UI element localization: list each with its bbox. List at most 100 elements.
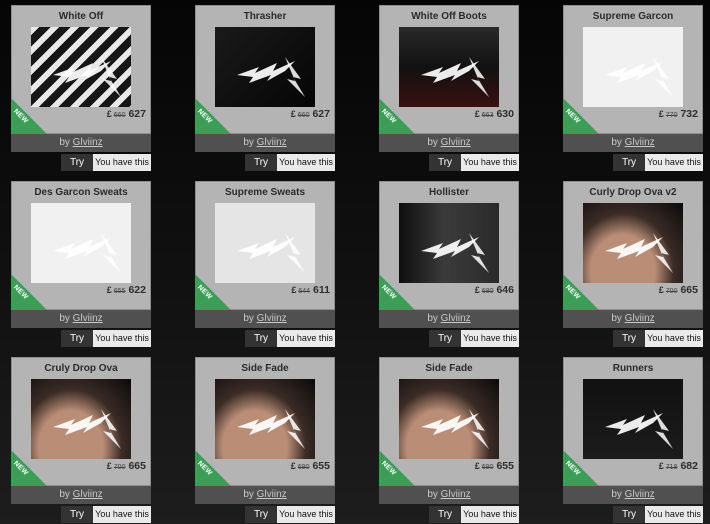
item-thumbnail[interactable] xyxy=(399,379,499,459)
author-link[interactable]: Glviinz xyxy=(625,137,655,148)
try-button[interactable]: Try xyxy=(61,154,93,171)
item-thumbnail[interactable] xyxy=(215,203,315,283)
item-card[interactable]: Runners NEW £718 682 by Glviinz Try You h… xyxy=(563,357,703,523)
item-card-body[interactable]: Runners NEW £718 682 xyxy=(563,357,703,486)
item-card[interactable]: Des Garcon Sweats NEW £655 622 by Glviinz… xyxy=(11,181,151,347)
owned-status: You have this xyxy=(277,330,335,347)
sale-price: 655 xyxy=(312,460,330,472)
lightning-logo-icon xyxy=(421,409,489,449)
lightning-logo-icon xyxy=(605,409,673,449)
item-card[interactable]: Supreme Sweats NEW £644 611 by Glviinz Tr… xyxy=(195,181,335,347)
item-thumbnail[interactable] xyxy=(583,203,683,283)
item-thumbnail[interactable] xyxy=(215,379,315,459)
item-price: £690 655 xyxy=(475,460,514,472)
author-link[interactable]: Glviinz xyxy=(73,313,103,324)
try-button[interactable]: Try xyxy=(613,330,645,347)
by-label: by xyxy=(611,137,622,148)
new-badge: NEW xyxy=(11,450,47,486)
try-button[interactable]: Try xyxy=(429,330,461,347)
item-card-body[interactable]: White Off Boots NEW £663 630 xyxy=(379,5,519,134)
lightning-logo-icon xyxy=(237,233,305,273)
item-byline: by Glviinz xyxy=(563,134,703,152)
item-title: Des Garcon Sweats xyxy=(34,187,128,198)
item-thumbnail[interactable] xyxy=(31,27,131,107)
item-card-body[interactable]: Side Fade NEW £690 655 xyxy=(195,357,335,486)
author-link[interactable]: Glviinz xyxy=(257,489,287,500)
original-price: 690 xyxy=(297,464,310,471)
author-link[interactable]: Glviinz xyxy=(441,313,471,324)
item-card-body[interactable]: Supreme Sweats NEW £644 611 xyxy=(195,181,335,310)
author-link[interactable]: Glviinz xyxy=(625,313,655,324)
try-button[interactable]: Try xyxy=(245,154,277,171)
author-link[interactable]: Glviinz xyxy=(441,489,471,500)
item-title: White Off xyxy=(58,11,104,22)
item-actions: Try You have this xyxy=(11,506,151,523)
item-card[interactable]: Side Fade NEW £690 655 by Glviinz Try You… xyxy=(195,357,335,523)
item-card[interactable]: White Off Boots NEW £663 630 by Glviinz T… xyxy=(379,5,519,171)
item-card-body[interactable]: Side Fade NEW £690 655 xyxy=(379,357,519,486)
try-button[interactable]: Try xyxy=(429,154,461,171)
author-link[interactable]: Glviinz xyxy=(441,137,471,148)
author-link[interactable]: Glviinz xyxy=(257,313,287,324)
item-thumbnail[interactable] xyxy=(31,203,131,283)
try-button[interactable]: Try xyxy=(613,506,645,523)
item-thumbnail[interactable] xyxy=(215,27,315,107)
item-title: Curly Drop Ova v2 xyxy=(589,187,677,198)
item-price: £700 665 xyxy=(107,460,146,472)
item-title: Runners xyxy=(612,363,654,374)
item-thumbnail[interactable] xyxy=(399,203,499,283)
original-price: 660 xyxy=(297,112,310,119)
item-card[interactable]: White Off NEW £660 627 by Glviinz Try You… xyxy=(11,5,151,171)
item-card-body[interactable]: Curly Drop Ova v2 NEW £700 665 xyxy=(563,181,703,310)
try-button[interactable]: Try xyxy=(61,330,93,347)
item-card[interactable]: Supreme Garcon NEW £770 732 by Glviinz Tr… xyxy=(563,5,703,171)
sale-price: 665 xyxy=(680,284,698,296)
item-card[interactable]: Hollister NEW £680 646 by Glviinz Try You… xyxy=(379,181,519,347)
item-price: £660 627 xyxy=(291,108,330,120)
item-title: Supreme Garcon xyxy=(592,11,674,22)
by-label: by xyxy=(427,313,438,324)
item-actions: Try You have this xyxy=(563,506,703,523)
currency-icon: £ xyxy=(290,109,296,119)
item-thumbnail[interactable] xyxy=(399,27,499,107)
author-link[interactable]: Glviinz xyxy=(73,137,103,148)
item-price: £663 630 xyxy=(475,108,514,120)
by-label: by xyxy=(611,489,622,500)
try-button[interactable]: Try xyxy=(245,330,277,347)
item-actions: Try You have this xyxy=(563,154,703,171)
item-title: Side Fade xyxy=(241,363,289,374)
item-card-body[interactable]: Cruly Drop Ova NEW £700 665 xyxy=(11,357,151,486)
try-button[interactable]: Try xyxy=(245,506,277,523)
sale-price: 622 xyxy=(128,284,146,296)
try-button[interactable]: Try xyxy=(61,506,93,523)
try-button[interactable]: Try xyxy=(429,506,461,523)
lightning-logo-icon xyxy=(53,57,121,97)
item-thumbnail[interactable] xyxy=(583,27,683,107)
original-price: 655 xyxy=(113,288,126,295)
author-link[interactable]: Glviinz xyxy=(625,489,655,500)
item-thumbnail[interactable] xyxy=(583,379,683,459)
owned-status: You have this xyxy=(645,330,703,347)
item-card[interactable]: Thrasher NEW £660 627 by Glviinz Try You … xyxy=(195,5,335,171)
item-card-body[interactable]: Hollister NEW £680 646 xyxy=(379,181,519,310)
currency-icon: £ xyxy=(290,461,296,471)
lightning-logo-icon xyxy=(53,409,121,449)
author-link[interactable]: Glviinz xyxy=(257,137,287,148)
item-price: £718 682 xyxy=(659,460,698,472)
try-button[interactable]: Try xyxy=(613,154,645,171)
item-card-body[interactable]: Supreme Garcon NEW £770 732 xyxy=(563,5,703,134)
owned-status: You have this xyxy=(93,154,151,171)
item-card[interactable]: Cruly Drop Ova NEW £700 665 by Glviinz Tr… xyxy=(11,357,151,523)
original-price: 660 xyxy=(113,112,126,119)
item-card-body[interactable]: White Off NEW £660 627 xyxy=(11,5,151,134)
item-card-body[interactable]: Des Garcon Sweats NEW £655 622 xyxy=(11,181,151,310)
item-card[interactable]: Curly Drop Ova v2 NEW £700 665 by Glviinz… xyxy=(563,181,703,347)
author-link[interactable]: Glviinz xyxy=(73,489,103,500)
lightning-logo-icon xyxy=(421,233,489,273)
currency-icon: £ xyxy=(658,285,664,295)
item-card-body[interactable]: Thrasher NEW £660 627 xyxy=(195,5,335,134)
item-thumbnail[interactable] xyxy=(31,379,131,459)
sale-price: 646 xyxy=(496,284,514,296)
lightning-logo-icon xyxy=(237,57,305,97)
item-card[interactable]: Side Fade NEW £690 655 by Glviinz Try You… xyxy=(379,357,519,523)
